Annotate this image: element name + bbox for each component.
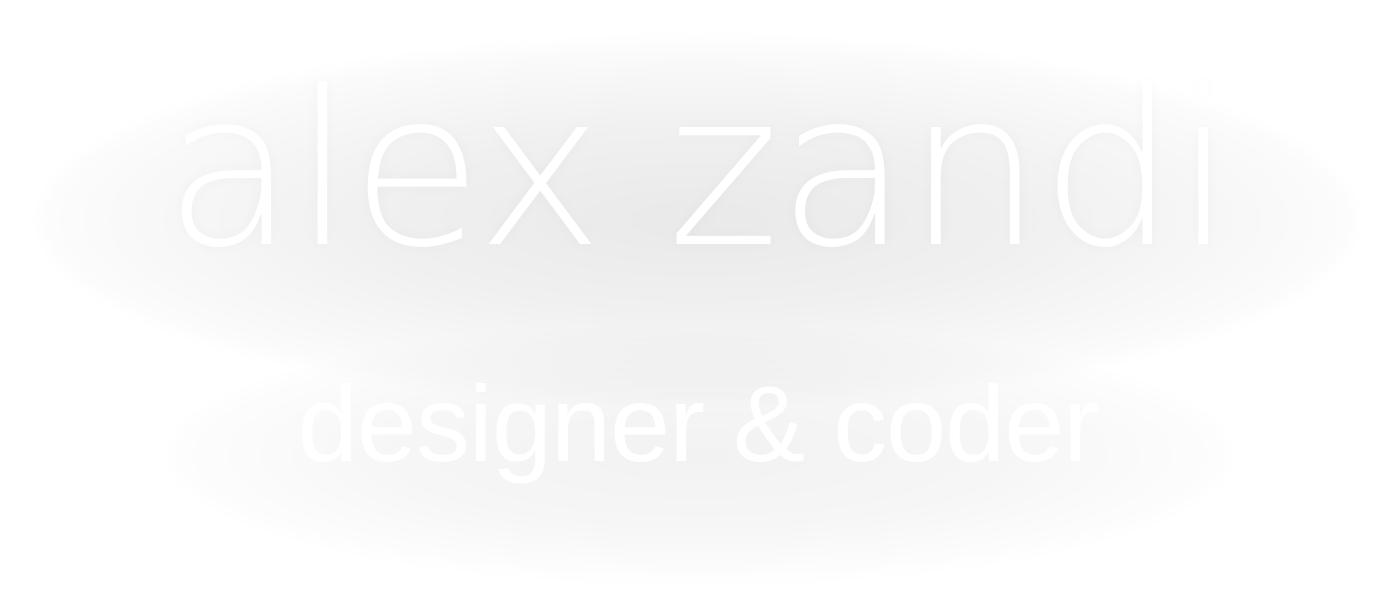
hero-tagline: designer & coder xyxy=(297,363,1100,484)
hero-name: alex zandi xyxy=(164,46,1234,295)
hero-section: alex zandi designer & coder xyxy=(0,0,1396,600)
